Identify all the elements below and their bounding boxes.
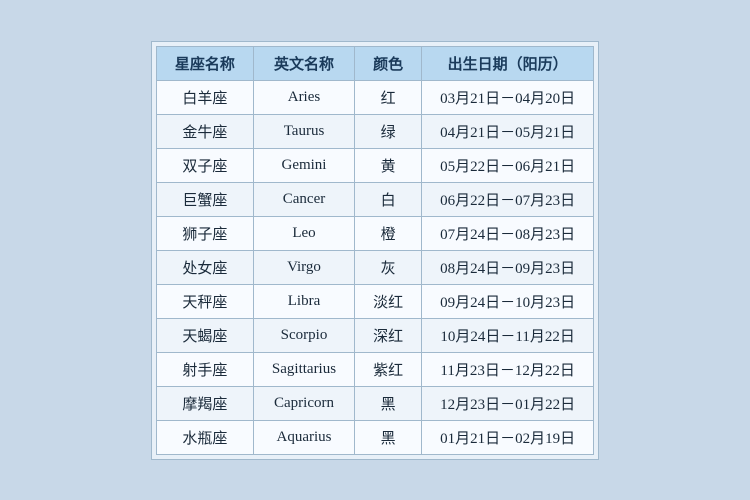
table-cell: 09月24日－10月23日 [422,284,594,318]
table-cell: 淡红 [355,284,422,318]
table-cell: 12月23日－01月22日 [422,386,594,420]
table-cell: 11月23日－12月22日 [422,352,594,386]
table-cell: Virgo [253,250,354,284]
table-row: 摩羯座Capricorn黑12月23日－01月22日 [156,386,593,420]
column-header: 出生日期（阳历） [422,46,594,80]
zodiac-table-wrapper: 星座名称英文名称颜色出生日期（阳历） 白羊座Aries红03月21日－04月20… [151,41,599,460]
table-cell: 07月24日－08月23日 [422,216,594,250]
table-cell: 黄 [355,148,422,182]
table-cell: 灰 [355,250,422,284]
table-cell: 金牛座 [156,114,253,148]
table-cell: 白 [355,182,422,216]
zodiac-table: 星座名称英文名称颜色出生日期（阳历） 白羊座Aries红03月21日－04月20… [156,46,594,455]
table-cell: 10月24日－11月22日 [422,318,594,352]
table-cell: 06月22日－07月23日 [422,182,594,216]
table-cell: 绿 [355,114,422,148]
table-cell: 白羊座 [156,80,253,114]
table-cell: 深红 [355,318,422,352]
table-cell: 04月21日－05月21日 [422,114,594,148]
table-cell: 巨蟹座 [156,182,253,216]
table-cell: 摩羯座 [156,386,253,420]
table-cell: Leo [253,216,354,250]
table-cell: 双子座 [156,148,253,182]
table-row: 处女座Virgo灰08月24日－09月23日 [156,250,593,284]
table-cell: 03月21日－04月20日 [422,80,594,114]
table-cell: Aries [253,80,354,114]
table-cell: 01月21日－02月19日 [422,420,594,454]
table-cell: Taurus [253,114,354,148]
table-row: 金牛座Taurus绿04月21日－05月21日 [156,114,593,148]
table-cell: 08月24日－09月23日 [422,250,594,284]
table-row: 狮子座Leo橙07月24日－08月23日 [156,216,593,250]
table-cell: 紫红 [355,352,422,386]
table-row: 双子座Gemini黄05月22日－06月21日 [156,148,593,182]
table-cell: 橙 [355,216,422,250]
table-row: 射手座Sagittarius紫红11月23日－12月22日 [156,352,593,386]
table-cell: Capricorn [253,386,354,420]
table-cell: Libra [253,284,354,318]
table-cell: 05月22日－06月21日 [422,148,594,182]
table-row: 水瓶座Aquarius黑01月21日－02月19日 [156,420,593,454]
table-cell: 处女座 [156,250,253,284]
table-cell: 天蝎座 [156,318,253,352]
table-cell: 天秤座 [156,284,253,318]
table-cell: 红 [355,80,422,114]
table-cell: 水瓶座 [156,420,253,454]
table-row: 天蝎座Scorpio深红10月24日－11月22日 [156,318,593,352]
table-row: 天秤座Libra淡红09月24日－10月23日 [156,284,593,318]
column-header: 颜色 [355,46,422,80]
table-header-row: 星座名称英文名称颜色出生日期（阳历） [156,46,593,80]
table-cell: Scorpio [253,318,354,352]
table-cell: 狮子座 [156,216,253,250]
table-row: 巨蟹座Cancer白06月22日－07月23日 [156,182,593,216]
table-cell: Gemini [253,148,354,182]
column-header: 英文名称 [253,46,354,80]
table-cell: 黑 [355,420,422,454]
table-row: 白羊座Aries红03月21日－04月20日 [156,80,593,114]
table-cell: Aquarius [253,420,354,454]
table-cell: Cancer [253,182,354,216]
table-cell: 黑 [355,386,422,420]
table-cell: Sagittarius [253,352,354,386]
table-cell: 射手座 [156,352,253,386]
column-header: 星座名称 [156,46,253,80]
